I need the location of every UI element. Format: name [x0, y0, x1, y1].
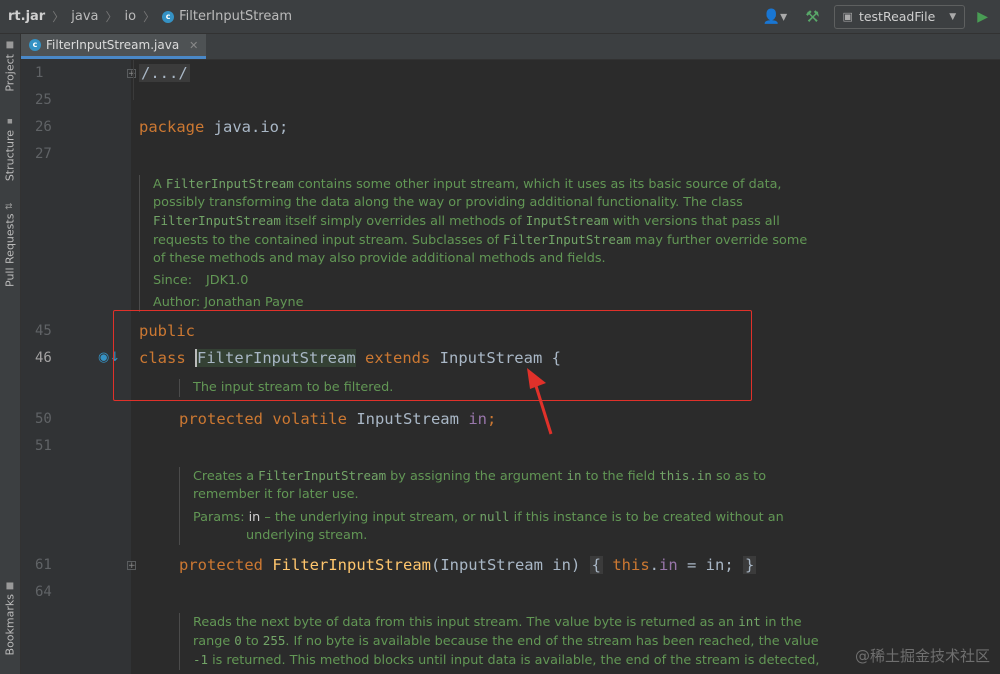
watermark: @稀土掘金技术社区 — [854, 647, 990, 665]
annotation-arrow — [527, 368, 553, 435]
